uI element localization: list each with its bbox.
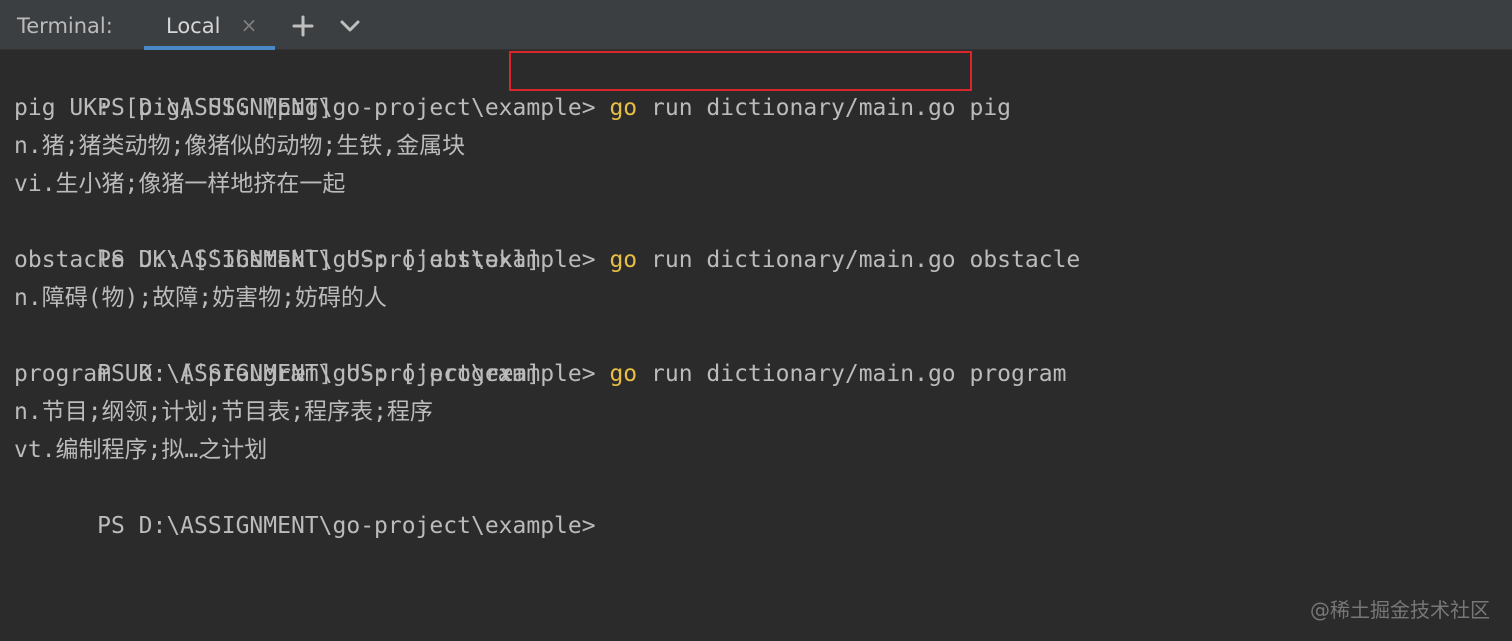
tab-local[interactable]: Local × xyxy=(144,0,275,50)
terminal-line: n.猪;猪类动物;像猪似的动物;生铁,金属块 xyxy=(14,133,466,159)
command-keyword: go xyxy=(609,247,638,273)
terminal-line: pig UK: [pig] US: [pɪg] xyxy=(14,95,333,121)
new-terminal-button[interactable] xyxy=(289,12,317,40)
terminal-output[interactable]: PS D:\ASSIGNMENT\go-project\example> go … xyxy=(0,51,1512,641)
terminal-window: Terminal: Local × PS D:\ASSIGNMENT\go-pr… xyxy=(0,0,1512,641)
terminal-tab-bar: Terminal: Local × xyxy=(0,0,1512,50)
terminal-line: PS D:\ASSIGNMENT\go-project\example> go … xyxy=(14,51,1011,121)
terminal-line: PS D:\ASSIGNMENT\go-project\example> go … xyxy=(14,203,1080,273)
command-arguments: run dictionary/main.go program xyxy=(637,361,1067,387)
active-tab-indicator xyxy=(144,46,275,50)
tool-window-title: Terminal: xyxy=(17,14,113,38)
command-keyword: go xyxy=(609,361,638,387)
tab-local-label: Local xyxy=(166,14,221,38)
prompt: PS D:\ASSIGNMENT\go-project\example> xyxy=(97,513,596,539)
close-icon[interactable]: × xyxy=(240,12,258,38)
plus-icon xyxy=(292,15,314,37)
terminal-line: n.障碍(物);故障;妨害物;妨碍的人 xyxy=(14,285,387,311)
terminal-line: obstacle UK: [ˈɔbstəkl] US: [ˈɑbstəkl] xyxy=(14,247,541,273)
terminal-line: vi.生小猪;像猪一样地挤在一起 xyxy=(14,171,346,197)
terminal-line: PS D:\ASSIGNMENT\go-project\example> xyxy=(14,469,596,539)
terminal-line: vt.编制程序;拟…之计划 xyxy=(14,437,268,463)
chevron-down-icon xyxy=(340,20,360,32)
terminal-line: program UK: [ˈprəugræm] US: [ˈprogræm] xyxy=(14,361,541,387)
command-arguments: run dictionary/main.go obstacle xyxy=(637,247,1081,273)
terminal-options-button[interactable] xyxy=(336,12,364,40)
terminal-line: PS D:\ASSIGNMENT\go-project\example> go … xyxy=(14,317,1066,387)
watermark: @稀土掘金技术社区 xyxy=(1310,598,1490,622)
command-keyword: go xyxy=(609,95,638,121)
terminal-line: n.节目;纲领;计划;节目表;程序表;程序 xyxy=(14,399,433,425)
command-arguments: run dictionary/main.go pig xyxy=(637,95,1012,121)
